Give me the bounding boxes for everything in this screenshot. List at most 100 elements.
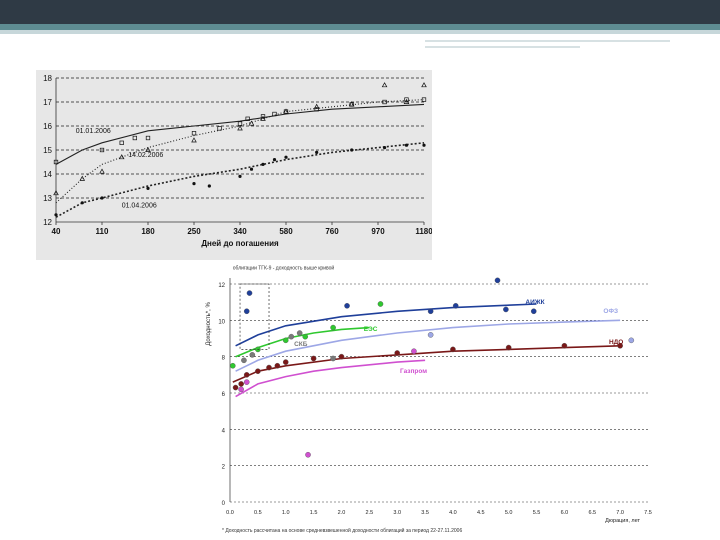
data-point bbox=[100, 196, 104, 200]
data-point bbox=[232, 384, 239, 391]
curve-label: 01.04.2006 bbox=[122, 203, 157, 210]
data-point bbox=[330, 324, 336, 331]
series-label: Газпром bbox=[400, 368, 427, 375]
x-tick-label: 7.0 bbox=[616, 510, 624, 516]
x-tick-label: 5.0 bbox=[505, 510, 513, 516]
data-point bbox=[255, 368, 261, 374]
data-point bbox=[427, 308, 434, 315]
x-tick-label: 5.5 bbox=[533, 510, 541, 516]
series-label: СКБ bbox=[294, 341, 308, 348]
data-point bbox=[350, 148, 354, 152]
x-tick-label: 1180 bbox=[415, 227, 432, 236]
slide-decor-line bbox=[425, 46, 580, 48]
data-point bbox=[274, 362, 281, 369]
x-tick-label: 3.0 bbox=[393, 510, 401, 516]
x-tick-label: 180 bbox=[141, 227, 155, 236]
x-tick-label: 110 bbox=[96, 227, 109, 236]
x-tick-label: 2.0 bbox=[338, 510, 346, 516]
x-tick-label: 0.5 bbox=[254, 510, 262, 516]
y-tick-label: 12 bbox=[218, 283, 225, 289]
x-tick-label: 4.0 bbox=[449, 510, 457, 516]
data-point bbox=[229, 362, 236, 369]
curve-label: 01.01.2006 bbox=[76, 128, 111, 135]
series-label: ЕЭС bbox=[364, 326, 378, 333]
data-point bbox=[282, 359, 289, 365]
data-point bbox=[243, 372, 250, 378]
x-tick-label: 970 bbox=[371, 227, 385, 236]
x-tick-label: 3.5 bbox=[421, 510, 429, 516]
y-tick-label: 17 bbox=[43, 98, 52, 107]
data-point bbox=[266, 364, 272, 371]
x-tick-label: 250 bbox=[187, 227, 201, 236]
x-tick-label: 6.0 bbox=[561, 510, 569, 516]
data-point bbox=[288, 333, 295, 340]
data-point bbox=[243, 308, 250, 315]
data-point bbox=[530, 308, 537, 315]
x-tick-label: 1.0 bbox=[282, 510, 290, 516]
data-point bbox=[246, 290, 253, 296]
data-point bbox=[422, 143, 426, 147]
data-point bbox=[54, 213, 58, 217]
data-point bbox=[302, 333, 309, 340]
data-point bbox=[561, 342, 568, 349]
x-tick-label: 4.5 bbox=[477, 510, 485, 516]
slide-header-accent-light bbox=[0, 30, 720, 34]
data-point bbox=[452, 303, 459, 309]
x-tick-label: 40 bbox=[52, 227, 61, 236]
y-tick-label: 14 bbox=[43, 170, 52, 179]
data-point bbox=[238, 174, 242, 178]
series-label: НДО bbox=[609, 339, 623, 346]
data-point bbox=[338, 353, 345, 360]
series-label: АИЖК bbox=[525, 299, 544, 306]
x-tick-label: 2.5 bbox=[366, 510, 374, 516]
annotation-text: облигации ТГК-9 - доходность выше кривой bbox=[233, 264, 335, 271]
yield-curve-chart-duration: 0246810120.0 0.5 1.0 1.5 2.0 2.5 3.0 3.5 4.0 4.5 5… bbox=[170, 262, 660, 537]
series-label: ОФЗ bbox=[603, 308, 618, 315]
slide-decor-line bbox=[425, 40, 670, 42]
data-point bbox=[238, 386, 244, 393]
x-tick-label: 1.5 bbox=[310, 510, 318, 516]
x-tick-label: 760 bbox=[325, 227, 339, 236]
y-tick-label: 10 bbox=[218, 319, 225, 325]
data-point bbox=[382, 146, 387, 150]
x-tick-label: 0.0 bbox=[226, 510, 234, 516]
data-point bbox=[394, 350, 400, 356]
data-point bbox=[494, 277, 501, 284]
data-point bbox=[80, 201, 84, 205]
x-axis-title: Дней до погашения bbox=[201, 239, 279, 248]
data-point bbox=[310, 355, 317, 362]
data-point bbox=[344, 303, 350, 309]
y-tick-label: 13 bbox=[43, 194, 52, 203]
y-tick-label: 12 bbox=[43, 218, 52, 227]
y-tick-label: 15 bbox=[43, 146, 52, 155]
chart2-background bbox=[170, 262, 660, 537]
data-point bbox=[503, 306, 509, 313]
footnote: * Доходность рассчитана на основе средне… bbox=[222, 527, 462, 534]
data-point bbox=[305, 451, 311, 458]
x-tick-label: 340 bbox=[233, 227, 247, 236]
y-tick-label: 16 bbox=[43, 122, 52, 131]
slide-header-bar bbox=[0, 0, 720, 24]
data-point bbox=[296, 330, 303, 336]
y-tick-label: 18 bbox=[43, 74, 52, 83]
data-point bbox=[282, 337, 289, 344]
data-point bbox=[450, 346, 456, 353]
data-point bbox=[628, 337, 635, 344]
data-point bbox=[238, 381, 244, 387]
data-point bbox=[207, 184, 211, 188]
data-point bbox=[427, 332, 434, 338]
x-axis-title: Дюрация, лет bbox=[605, 518, 640, 524]
x-tick-label: 7.5 bbox=[644, 510, 652, 516]
curve-label: 14.02.2006 bbox=[128, 152, 163, 159]
data-point bbox=[505, 344, 512, 351]
data-point bbox=[261, 162, 265, 166]
data-point bbox=[315, 150, 319, 154]
data-point bbox=[243, 379, 250, 385]
x-tick-label: 580 bbox=[279, 227, 293, 236]
data-point bbox=[241, 357, 247, 364]
data-point bbox=[404, 143, 409, 147]
data-point bbox=[146, 186, 150, 190]
data-point bbox=[272, 158, 277, 162]
data-point bbox=[284, 155, 288, 159]
yield-curve-chart-days: 12 13 14 15 16 17 18 40 110 180 250 340 580 760 970 118… bbox=[36, 70, 432, 260]
